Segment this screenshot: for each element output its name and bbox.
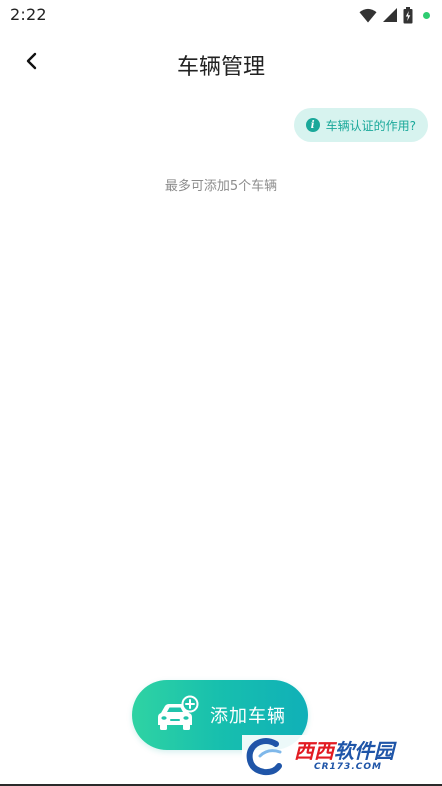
certification-info-label: 车辆认证的作用? — [325, 118, 416, 133]
battery-charging-icon — [403, 6, 413, 24]
status-icons — [359, 6, 430, 24]
notification-dot — [423, 11, 430, 19]
watermark-sub: CR173.COM — [314, 761, 382, 772]
watermark-logo-icon — [246, 736, 294, 776]
signal-icon — [383, 8, 397, 22]
page-title: 车辆管理 — [176, 55, 265, 80]
watermark-brand-red: 西西 — [294, 738, 334, 763]
watermark: 西西 软件园 CR173.COM — [242, 735, 422, 777]
watermark-text: 西西 软件园 CR173.COM — [294, 741, 394, 772]
car-add-icon — [154, 695, 200, 735]
certification-info-button[interactable]: i 车辆认证的作用? — [293, 108, 428, 142]
watermark-brand-blue: 软件园 — [334, 738, 394, 763]
add-vehicle-label: 添加车辆 — [210, 706, 286, 727]
info-icon: i — [305, 118, 320, 132]
status-time: 2:22 — [10, 5, 47, 24]
status-bar: 2:22 — [0, 0, 442, 30]
max-vehicles-hint: 最多可添加5个车辆 — [164, 179, 278, 194]
wifi-icon — [359, 8, 377, 23]
header: 车辆管理 — [0, 38, 442, 88]
